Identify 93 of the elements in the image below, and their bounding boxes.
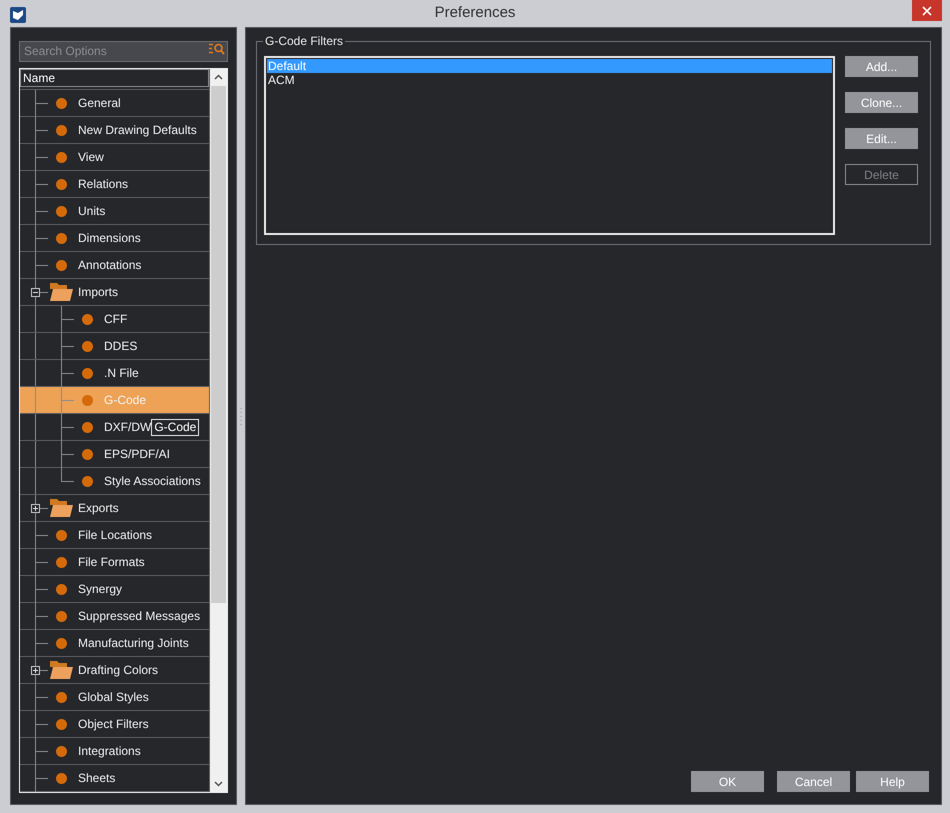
tree-item-label: Object Filters bbox=[78, 716, 149, 733]
tree-item[interactable]: Sheets bbox=[20, 765, 209, 792]
bullet-icon bbox=[82, 341, 93, 352]
tree-item[interactable]: Exports bbox=[20, 495, 209, 522]
tree-item-label: DDES bbox=[104, 338, 138, 355]
tree-item[interactable]: General bbox=[20, 90, 209, 117]
scrollbar[interactable] bbox=[210, 69, 227, 792]
bullet-icon bbox=[56, 260, 67, 271]
tree-item-label: EPS/PDF/AI bbox=[104, 446, 170, 463]
scroll-down-icon[interactable] bbox=[214, 781, 223, 787]
bullet-icon bbox=[56, 233, 67, 244]
tree-item-label: Imports bbox=[78, 284, 118, 301]
tree-item-label: DXF/DW bbox=[104, 419, 152, 436]
folder-icon bbox=[49, 498, 73, 518]
bullet-icon bbox=[82, 449, 93, 460]
tree-item[interactable]: Suppressed Messages bbox=[20, 603, 209, 630]
tree-item-label: Manufacturing Joints bbox=[78, 635, 189, 652]
bullet-icon bbox=[56, 98, 67, 109]
tree-item[interactable]: Style Associations bbox=[20, 468, 209, 495]
tree-item-label: Suppressed Messages bbox=[78, 608, 200, 625]
tree-item-label: Relations bbox=[78, 176, 128, 193]
tree-item[interactable]: Relations bbox=[20, 171, 209, 198]
bullet-icon bbox=[56, 179, 67, 190]
tree-item-label: Sheets bbox=[78, 770, 116, 787]
scroll-up-icon[interactable] bbox=[214, 74, 223, 80]
tree-item[interactable]: Units bbox=[20, 198, 209, 225]
bullet-icon bbox=[56, 125, 67, 136]
window-title: Preferences bbox=[434, 3, 516, 24]
tree-item[interactable]: Integrations bbox=[20, 738, 209, 765]
close-button[interactable] bbox=[912, 0, 942, 21]
tree-item-label: General bbox=[78, 95, 121, 112]
tree-item[interactable]: Object Filters bbox=[20, 711, 209, 738]
tree-item-label: Annotations bbox=[78, 257, 142, 274]
tree-item[interactable]: File Formats bbox=[20, 549, 209, 576]
tree-item[interactable]: Dimensions bbox=[20, 225, 209, 252]
tree-item[interactable]: DDES bbox=[20, 333, 209, 360]
tree-item[interactable]: New Drawing Defaults bbox=[20, 117, 209, 144]
tree-item-label: New Drawing Defaults bbox=[78, 122, 197, 139]
tree-item-label: File Locations bbox=[78, 527, 152, 544]
bullet-icon bbox=[56, 638, 67, 649]
list-item[interactable]: ACM bbox=[267, 73, 832, 87]
tree-item[interactable]: Drafting Colors bbox=[20, 657, 209, 684]
tree-item[interactable]: Imports bbox=[20, 279, 209, 306]
tree-item[interactable]: Synergy bbox=[20, 576, 209, 603]
expand-icon[interactable] bbox=[31, 666, 40, 675]
tree-item-label: G-Code bbox=[104, 392, 146, 409]
collapse-icon[interactable] bbox=[31, 288, 40, 297]
bullet-icon bbox=[82, 476, 93, 487]
tree-item[interactable]: Annotations bbox=[20, 252, 209, 279]
tree-item-label: .N File bbox=[104, 365, 139, 382]
tree-item[interactable]: File Locations bbox=[20, 522, 209, 549]
tree-item-label: Drafting Colors bbox=[78, 662, 158, 679]
tree-item[interactable]: EPS/PDF/AI bbox=[20, 441, 209, 468]
bullet-icon bbox=[82, 314, 93, 325]
bullet-icon bbox=[56, 206, 67, 217]
filter-list[interactable]: Default ACM bbox=[264, 56, 835, 235]
folder-icon bbox=[49, 660, 73, 680]
bullet-icon bbox=[82, 368, 93, 379]
tree-item[interactable]: View bbox=[20, 144, 209, 171]
search-field[interactable]: Search Options bbox=[19, 40, 228, 62]
close-icon bbox=[922, 6, 932, 16]
bullet-icon bbox=[82, 422, 93, 433]
tree-item-label: View bbox=[78, 149, 104, 166]
bullet-icon bbox=[56, 611, 67, 622]
tree-item-label: Units bbox=[78, 203, 106, 220]
folder-icon bbox=[49, 282, 73, 302]
bullet-icon bbox=[56, 557, 67, 568]
tree-item-label: Dimensions bbox=[78, 230, 141, 247]
expand-icon[interactable] bbox=[31, 504, 40, 513]
tree-item[interactable]: CFF bbox=[20, 306, 209, 333]
tooltip: G-Code bbox=[151, 418, 200, 436]
bullet-icon bbox=[56, 530, 67, 541]
bullet-icon bbox=[56, 773, 67, 784]
tree-item-label: Integrations bbox=[78, 743, 141, 760]
bullet-icon bbox=[56, 584, 67, 595]
tree-item-label: Synergy bbox=[78, 581, 122, 598]
tree-item[interactable]: Global Styles bbox=[20, 684, 209, 711]
tree-item[interactable]: DXF/DW G-Code bbox=[20, 414, 209, 441]
column-header[interactable]: Name bbox=[20, 69, 209, 87]
tree-item-label: Global Styles bbox=[78, 689, 149, 706]
tree-item-label: Exports bbox=[78, 500, 119, 517]
bullet-icon bbox=[82, 395, 93, 406]
bullet-icon bbox=[56, 692, 67, 703]
tree-item-label: File Formats bbox=[78, 554, 145, 571]
bullet-icon bbox=[56, 152, 67, 163]
bullet-icon bbox=[56, 719, 67, 730]
bullet-icon bbox=[56, 746, 67, 757]
app-logo-icon bbox=[10, 7, 26, 23]
tree-item-label: Style Associations bbox=[104, 473, 201, 490]
tree-item-label: CFF bbox=[104, 311, 128, 328]
search-icon bbox=[209, 43, 225, 55]
group-title: G-Code Filters bbox=[263, 34, 346, 48]
tree-item[interactable]: Manufacturing Joints bbox=[20, 630, 209, 657]
